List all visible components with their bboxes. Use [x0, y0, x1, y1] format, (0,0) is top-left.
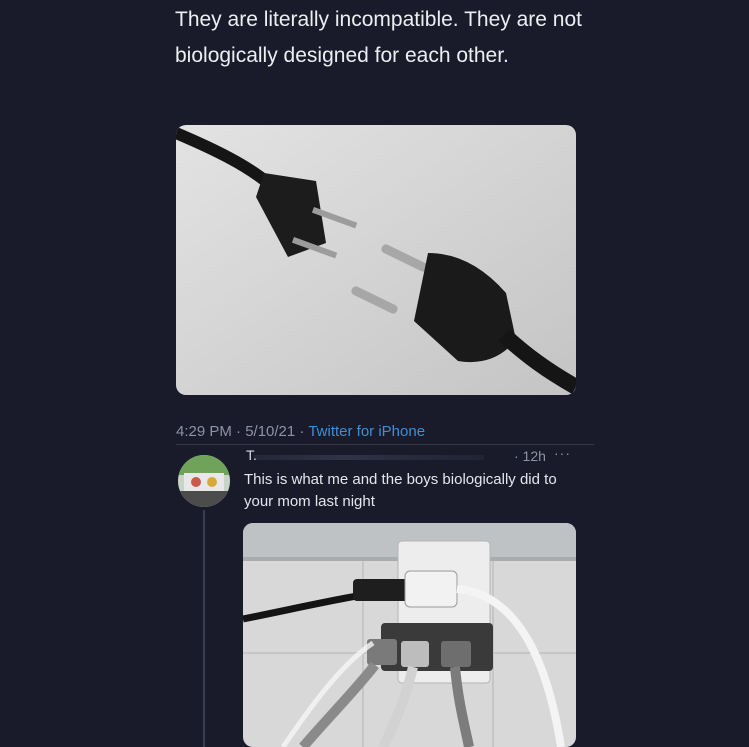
- reply-time: · 12h: [514, 448, 546, 464]
- plug-photo-icon: [176, 125, 576, 395]
- divider: [176, 444, 594, 445]
- tweet-meta: 4:29 PM · 5/10/21 · Twitter for iPhone: [176, 423, 425, 440]
- tweet-source-link[interactable]: Twitter for iPhone: [308, 423, 425, 440]
- reply-avatar[interactable]: [178, 455, 230, 507]
- more-options-icon[interactable]: ···: [554, 445, 571, 461]
- thread-line: [203, 510, 205, 747]
- tweet-timestamp: 4:29 PM · 5/10/21 ·: [176, 423, 309, 440]
- reply-author[interactable]: T.: [246, 447, 257, 463]
- tweet-text: They are literally incompatible. They ar…: [175, 8, 582, 67]
- reply-text: This is what me and the boys biologicall…: [244, 471, 557, 510]
- redacted-username: [254, 455, 484, 460]
- avatar-icon: [178, 455, 230, 507]
- socket-photo[interactable]: [243, 523, 576, 747]
- plug-photo[interactable]: [176, 125, 576, 395]
- reply-header: T. · 12h ···: [244, 445, 594, 467]
- socket-photo-icon: [243, 523, 576, 747]
